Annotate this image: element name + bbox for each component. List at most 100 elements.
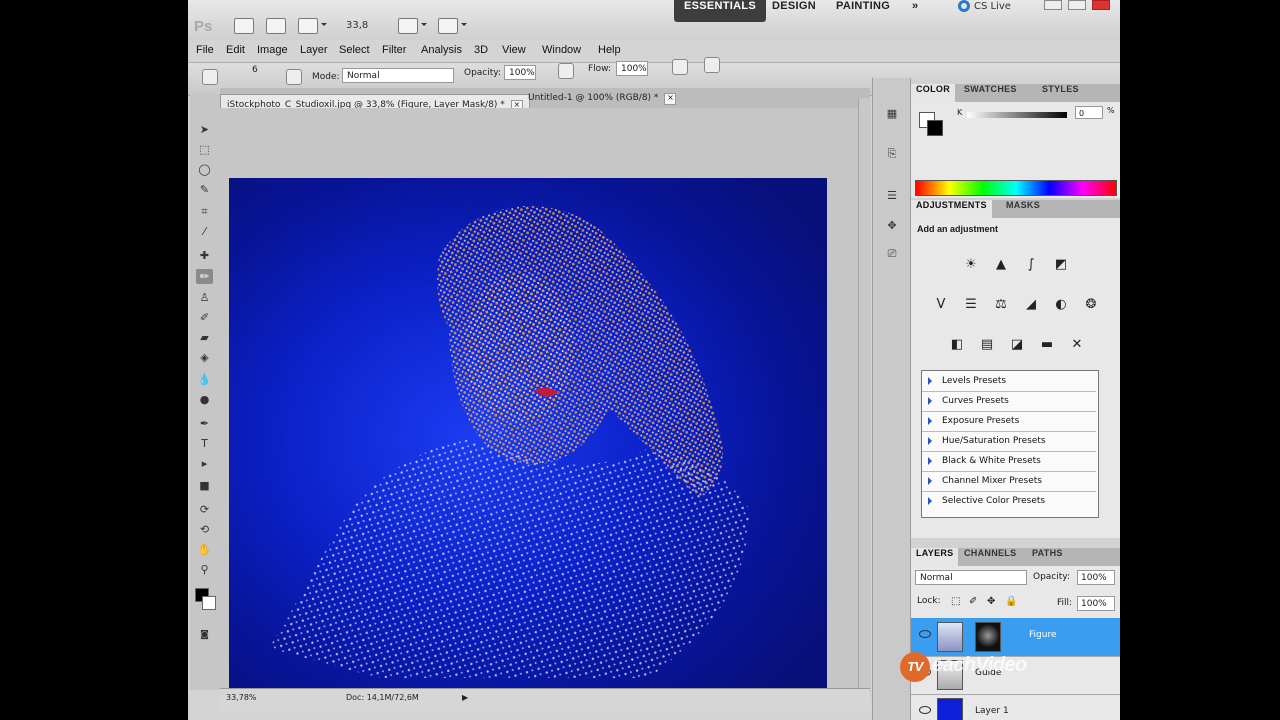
threshold-icon[interactable]: ◪	[1007, 336, 1027, 354]
workspace-overflow-icon[interactable]: »	[912, 0, 918, 22]
preset-exposure[interactable]: Exposure Presets	[922, 411, 1096, 432]
pressure-opacity-icon[interactable]	[558, 63, 574, 79]
close-tab-icon[interactable]: ×	[664, 93, 677, 105]
background-color-swatch[interactable]	[202, 596, 216, 610]
lock-transparency-icon[interactable]: ⬚	[951, 596, 960, 607]
quick-mask-icon[interactable]: ◙	[196, 628, 213, 643]
minimize-icon[interactable]	[1044, 0, 1062, 10]
preset-curves[interactable]: Curves Presets	[922, 391, 1096, 412]
zoom-tool-icon[interactable]: ⚲	[196, 562, 213, 577]
move-tool-icon[interactable]: ➤	[196, 122, 213, 137]
tab-layers[interactable]: LAYERS	[911, 548, 959, 566]
clone-source-panel-icon[interactable]: ⎚	[883, 246, 901, 262]
layer-row-background-blue[interactable]: Layer 1	[911, 694, 1120, 720]
close-icon[interactable]	[1092, 0, 1110, 10]
vertical-scrollbar[interactable]	[858, 98, 871, 698]
brush-panel-toggle-icon[interactable]	[286, 69, 302, 85]
posterize-icon[interactable]: ▤	[977, 336, 997, 354]
eraser-tool-icon[interactable]: ▰	[196, 330, 213, 345]
color-balance-icon[interactable]: ⚖	[991, 296, 1011, 314]
vibrance-icon[interactable]: V	[931, 296, 951, 314]
status-menu-arrow-icon[interactable]: ▶	[462, 693, 468, 702]
marquee-tool-icon[interactable]: ⬚	[196, 142, 213, 157]
menu-edit[interactable]: Edit	[226, 44, 245, 56]
menu-image[interactable]: Image	[257, 44, 288, 56]
tab-adjustments[interactable]: ADJUSTMENTS	[911, 200, 992, 218]
preset-channel-mixer[interactable]: Channel Mixer Presets	[922, 471, 1096, 492]
healing-brush-tool-icon[interactable]: ✚	[196, 248, 213, 263]
dodge-tool-icon[interactable]: ●	[196, 392, 213, 407]
blur-tool-icon[interactable]: 💧	[196, 372, 213, 387]
black-white-icon[interactable]: ◢	[1021, 296, 1041, 314]
3d-rotate-tool-icon[interactable]: ⟳	[196, 502, 213, 517]
visibility-eye-icon[interactable]	[919, 706, 931, 714]
cs-live-button[interactable]: CS Live	[958, 0, 1011, 12]
menu-layer[interactable]: Layer	[300, 44, 328, 56]
canvas-area[interactable]	[220, 108, 870, 688]
maximize-icon[interactable]	[1068, 0, 1086, 10]
fill-input[interactable]: 100%	[1077, 596, 1115, 611]
bridge-icon[interactable]	[234, 18, 254, 34]
path-selection-tool-icon[interactable]: ▸	[196, 456, 213, 471]
preset-hue-saturation[interactable]: Hue/Saturation Presets	[922, 431, 1096, 452]
menu-help[interactable]: Help	[598, 44, 621, 56]
quick-selection-tool-icon[interactable]: ✎	[196, 182, 213, 197]
crop-tool-icon[interactable]: ⌗	[196, 204, 213, 219]
k-slider[interactable]	[967, 112, 1067, 118]
blend-mode-select[interactable]: Normal	[915, 570, 1027, 585]
layer-name[interactable]: Layer 1	[975, 706, 1009, 716]
tab-channels[interactable]: CHANNELS	[959, 548, 1021, 566]
tool-preset-brush-icon[interactable]	[202, 69, 218, 85]
history-brush-tool-icon[interactable]: ✐	[196, 310, 213, 325]
properties-panel-icon[interactable]: ☰	[883, 188, 901, 204]
tab-swatches[interactable]: SWATCHES	[959, 84, 1022, 102]
hand-tool-icon[interactable]: ✋	[196, 542, 213, 557]
menu-view[interactable]: View	[502, 44, 526, 56]
lock-all-icon[interactable]: 🔒	[1005, 596, 1017, 607]
tab-masks[interactable]: MASKS	[1001, 200, 1045, 218]
document-image[interactable]	[229, 178, 827, 688]
invert-icon[interactable]: ◧	[947, 336, 967, 354]
menu-window[interactable]: Window	[542, 44, 581, 56]
hue-saturation-icon[interactable]: ☰	[961, 296, 981, 314]
gradient-map-icon[interactable]: ▬	[1037, 336, 1057, 354]
brightness-contrast-icon[interactable]: ☀	[961, 256, 981, 274]
eyedropper-tool-icon[interactable]: ⁄	[196, 224, 213, 239]
airbrush-icon[interactable]	[672, 59, 688, 75]
tab-untitled-document[interactable]: Untitled-1 @ 100% (RGB/8) * ×	[522, 88, 682, 108]
tab-color[interactable]: COLOR	[911, 84, 955, 102]
3d-orbit-tool-icon[interactable]: ⟲	[196, 522, 213, 537]
layer-mask-thumbnail[interactable]	[975, 622, 1001, 652]
channel-mixer-icon[interactable]: ❂	[1081, 296, 1101, 314]
zoom-level[interactable]: 33,8	[346, 20, 368, 31]
screen-mode-icon[interactable]	[438, 18, 467, 34]
background-color-box[interactable]	[927, 120, 943, 136]
shape-tool-icon[interactable]: ■	[196, 478, 213, 493]
opacity-input[interactable]: 100%	[504, 65, 536, 80]
tab-styles[interactable]: STYLES	[1037, 84, 1084, 102]
minibridge-panel-icon[interactable]: ▦	[883, 106, 901, 122]
selective-color-icon[interactable]: ✕	[1067, 336, 1087, 354]
menu-file[interactable]: File	[196, 44, 214, 56]
brushes-panel-icon[interactable]: ✥	[883, 218, 901, 234]
preset-selective-color[interactable]: Selective Color Presets	[922, 491, 1096, 511]
preset-black-white[interactable]: Black & White Presets	[922, 451, 1096, 472]
brush-tool-icon[interactable]: ✏	[196, 269, 213, 284]
workspace-painting[interactable]: PAINTING	[836, 0, 890, 22]
layer-opacity-input[interactable]: 100%	[1077, 570, 1115, 585]
menu-analysis[interactable]: Analysis	[421, 44, 462, 56]
lock-image-icon[interactable]: ✐	[969, 596, 977, 607]
type-tool-icon[interactable]: T	[196, 436, 213, 451]
gradient-tool-icon[interactable]: ◈	[196, 350, 213, 365]
clone-stamp-tool-icon[interactable]: ♙	[196, 290, 213, 305]
lock-position-icon[interactable]: ✥	[987, 596, 995, 607]
tab-paths[interactable]: PATHS	[1027, 548, 1068, 566]
pen-tool-icon[interactable]: ✒	[196, 416, 213, 431]
lasso-tool-icon[interactable]: ◯	[196, 162, 213, 177]
pressure-size-icon[interactable]	[704, 57, 720, 73]
menu-select[interactable]: Select	[339, 44, 370, 56]
status-zoom[interactable]: 33,78%	[226, 693, 257, 702]
levels-icon[interactable]: ▲	[991, 256, 1011, 274]
flow-input[interactable]: 100%	[616, 61, 648, 76]
view-extras-icon[interactable]	[298, 18, 327, 34]
